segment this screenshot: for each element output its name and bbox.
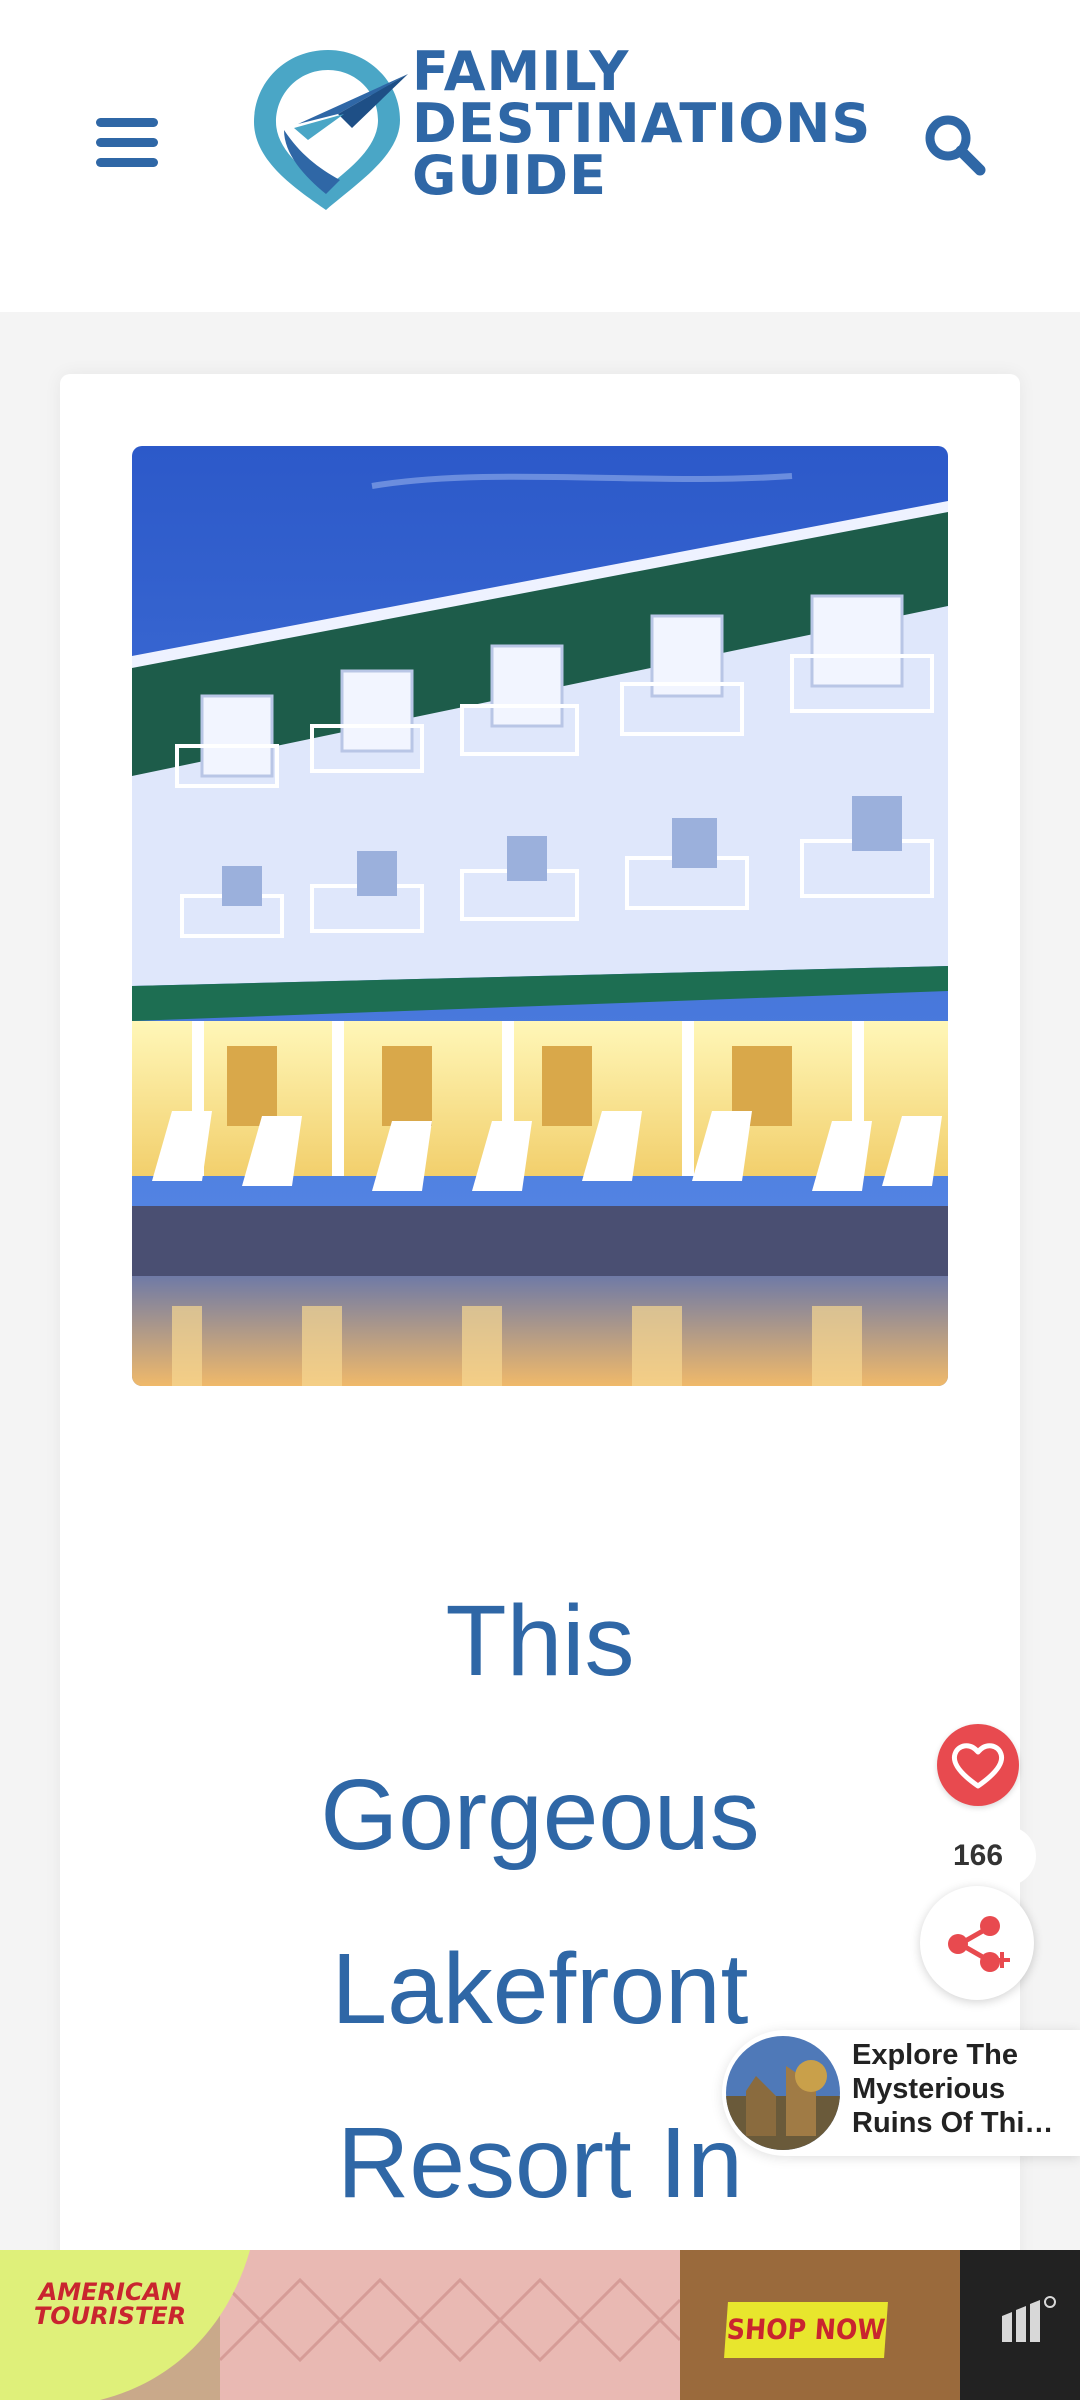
promo-line: Mysterious [852,2073,1006,2105]
location-pin-paper-plane-icon [254,50,408,210]
recommended-article-title: Explore The Mysterious Ruins Of Thi… [852,2038,1074,2140]
share-icon [948,1916,1010,1972]
ad-network-badge[interactable] [960,2250,1080,2400]
share-count: 166 [920,1826,1036,1886]
mediavine-logo-icon [1002,2296,1056,2342]
ad-brand-name: AMERICAN TOURISTER [33,2278,187,2330]
search-button[interactable] [918,108,990,180]
promo-line: Explore The [852,2039,1018,2071]
site-logo[interactable]: FAMILY DESTINATIONS GUIDE [248,44,870,216]
promo-line: Ruins Of Thi… [852,2107,1054,2139]
heart-icon [951,1743,1005,1789]
share-button[interactable] [920,1886,1034,2000]
ad-shop-now-button[interactable]: SHOP NOW [724,2302,888,2358]
bottom-ad-banner[interactable]: AMERICAN TOURISTER SHOP NOW [0,2250,1080,2400]
logo-line: FAMILY [412,40,630,103]
hamburger-menu-button[interactable] [90,112,162,172]
recommended-article-card[interactable]: Explore The Mysterious Ruins Of Thi… [722,2030,1080,2156]
logo-text: FAMILY DESTINATIONS GUIDE [412,40,872,207]
logo-line: DESTINATIONS [412,92,872,155]
article-card: This Gorgeous Lakefront Resort In [60,374,1020,2274]
title-line: This [445,1585,635,1697]
hero-image[interactable] [132,446,948,1386]
site-header: FAMILY DESTINATIONS GUIDE [0,0,1080,312]
recommended-article-thumbnail [726,2036,840,2150]
ruins-photo [726,2036,840,2150]
title-line: Gorgeous [320,1759,760,1871]
logo-line: GUIDE [412,144,607,207]
lakefront-resort-photo [132,446,948,1386]
favorite-button[interactable] [937,1724,1019,1806]
search-icon [925,115,986,176]
